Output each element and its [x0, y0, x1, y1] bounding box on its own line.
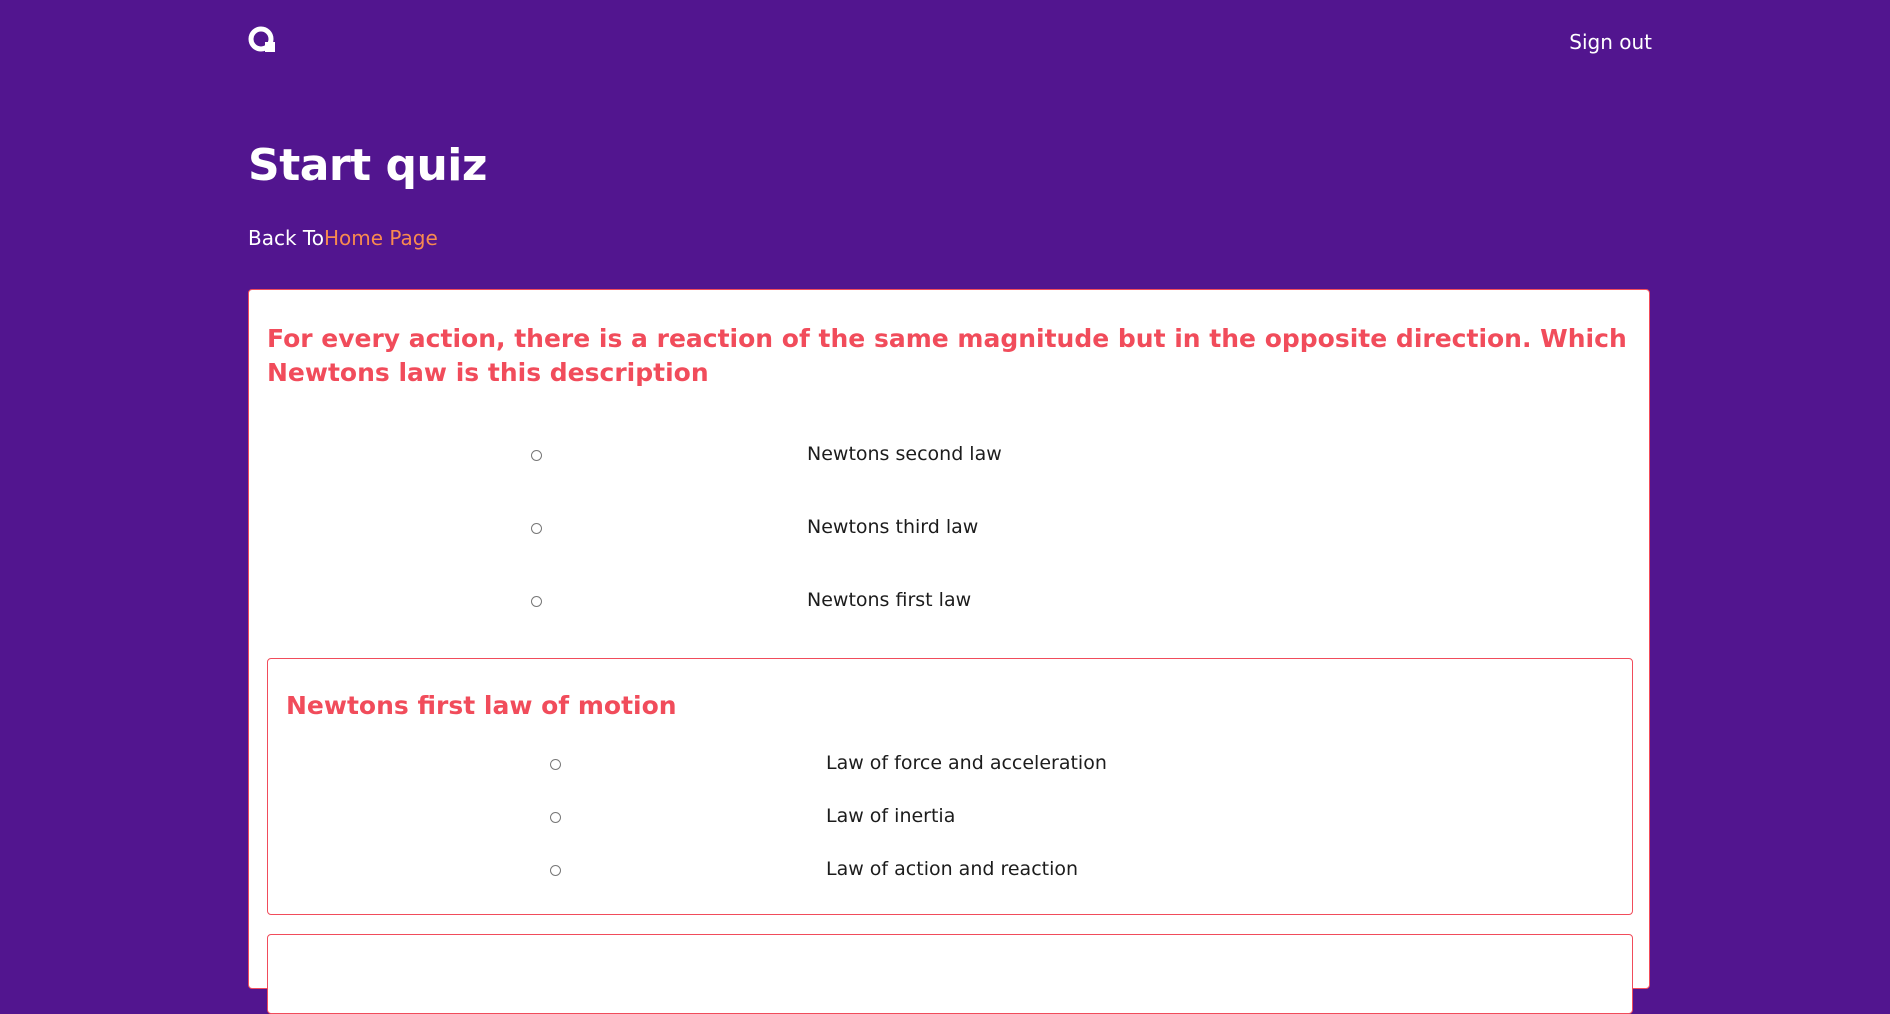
radio-button[interactable] [550, 759, 561, 770]
answer-option[interactable]: Law of action and reaction [268, 856, 1668, 886]
quiz-logo-icon[interactable] [248, 26, 278, 54]
answer-label: Law of force and acceleration [826, 752, 1107, 774]
question-text: For every action, there is a reaction of… [267, 324, 1627, 387]
page-title: Start quiz [248, 140, 487, 191]
top-bar: Sign out [248, 0, 1652, 80]
answer-label: Law of inertia [826, 805, 956, 827]
radio-button[interactable] [531, 523, 542, 534]
sign-out-link[interactable]: Sign out [1569, 30, 1652, 54]
answer-option[interactable]: Newtons second law [249, 441, 1649, 471]
answer-option[interactable]: Law of inertia [268, 803, 1668, 833]
radio-button[interactable] [550, 865, 561, 876]
question-card [267, 934, 1633, 1014]
radio-button[interactable] [531, 596, 542, 607]
breadcrumb: Back ToHome Page [248, 226, 438, 250]
answer-option[interactable]: Newtons third law [249, 514, 1649, 544]
answer-option[interactable]: Newtons first law [249, 587, 1649, 617]
answer-label: Newtons third law [807, 516, 979, 538]
question-card: Newtons first law of motion Law of force… [267, 658, 1633, 915]
answer-label: Newtons first law [807, 589, 972, 611]
page-container: Sign out Start quiz Back ToHome Page [248, 0, 1652, 250]
radio-button[interactable] [550, 812, 561, 823]
answer-label: Law of action and reaction [826, 858, 1079, 880]
answer-option[interactable]: Law of force and acceleration [268, 750, 1668, 780]
home-page-link[interactable]: Home Page [324, 226, 438, 250]
back-prefix: Back To [248, 226, 324, 250]
question-text: Newtons first law of motion [286, 691, 677, 720]
radio-button[interactable] [531, 450, 542, 461]
quiz-card: For every action, there is a reaction of… [248, 289, 1650, 1014]
answer-label: Newtons second law [807, 443, 1002, 465]
